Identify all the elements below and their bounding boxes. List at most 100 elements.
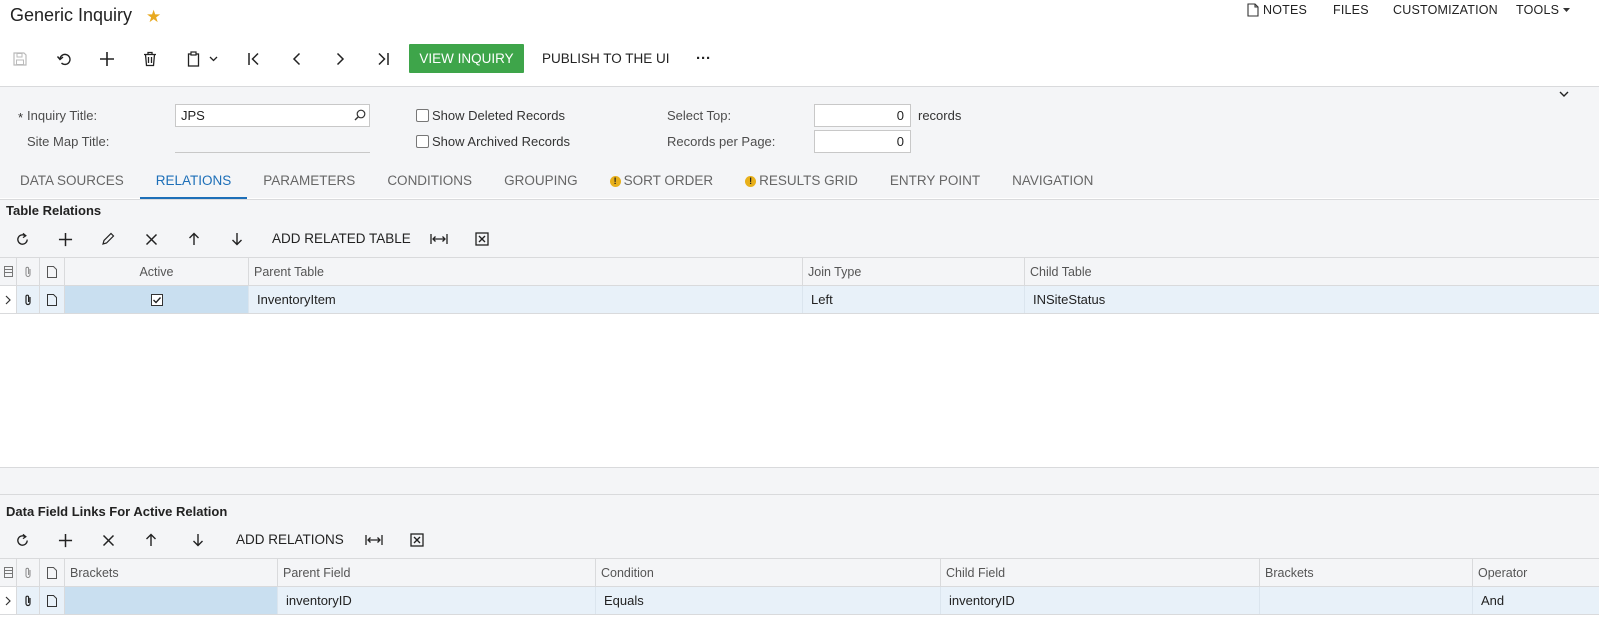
more-actions-button[interactable]: ··· [696, 44, 711, 73]
column-child-table[interactable]: Child Table [1025, 258, 1599, 285]
undo-icon[interactable] [50, 45, 78, 73]
add-row-icon[interactable] [51, 526, 79, 554]
tab-bar: DATA SOURCES RELATIONS PARAMETERS CONDIT… [0, 164, 1109, 199]
parent-table-cell[interactable]: InventoryItem [249, 286, 803, 313]
inquiry-title-input[interactable]: JPS [175, 104, 370, 127]
condition-cell[interactable]: Equals [596, 587, 941, 614]
join-type-cell[interactable]: Left [803, 286, 1025, 313]
export-excel-icon[interactable] [403, 526, 431, 554]
delete-row-icon[interactable] [137, 225, 165, 253]
caret-down-icon [1563, 7, 1571, 13]
active-checkbox[interactable] [65, 286, 249, 313]
tab-grouping[interactable]: GROUPING [488, 164, 594, 199]
add-related-table-button[interactable]: ADD RELATED TABLE [272, 231, 411, 246]
tab-sort-order-label: SORT ORDER [623, 173, 714, 188]
links-grid-empty-area [0, 615, 1599, 635]
show-archived-label: Show Archived Records [432, 134, 571, 149]
copy-paste-menu[interactable] [180, 45, 224, 73]
column-active[interactable]: Active [65, 258, 249, 285]
next-record-icon[interactable] [326, 45, 354, 73]
child-field-cell[interactable]: inventoryID [941, 587, 1260, 614]
table-row[interactable]: InventoryItem Left INSiteStatus [0, 286, 1599, 314]
operator-cell[interactable]: And [1473, 587, 1599, 614]
tab-relations[interactable]: RELATIONS [139, 164, 248, 199]
relations-grid-empty-area [0, 314, 1599, 467]
notes-label: NOTES [1263, 3, 1308, 17]
tab-results-grid[interactable]: ! RESULTS GRID [729, 164, 874, 199]
table-row[interactable]: inventoryID Equals inventoryID And [0, 587, 1599, 615]
column-child-field[interactable]: Child Field [941, 559, 1260, 586]
records-suffix: records [918, 108, 962, 123]
publish-to-ui-button[interactable]: PUBLISH TO THE UI [542, 44, 670, 73]
export-excel-icon[interactable] [468, 225, 496, 253]
move-down-icon[interactable] [223, 225, 251, 253]
files-link[interactable]: FILES [1333, 3, 1369, 17]
site-map-title-label: Site Map Title: [27, 134, 110, 149]
show-deleted-checkbox[interactable] [416, 109, 429, 122]
column-brackets-open[interactable]: Brackets [65, 559, 278, 586]
row-expand-chevron-icon[interactable] [0, 286, 17, 313]
move-up-icon[interactable] [180, 225, 208, 253]
refresh-icon[interactable] [8, 526, 36, 554]
move-up-icon[interactable] [137, 526, 165, 554]
notes-link[interactable]: NOTES [1247, 3, 1307, 17]
tab-parameters[interactable]: PARAMETERS [247, 164, 371, 199]
view-inquiry-button[interactable]: VIEW INQUIRY [409, 44, 524, 73]
add-icon[interactable] [93, 45, 121, 73]
tab-data-sources[interactable]: DATA SOURCES [0, 164, 140, 199]
row-note-icon[interactable] [40, 587, 65, 614]
links-section-header [0, 495, 1599, 558]
previous-record-icon[interactable] [283, 45, 311, 73]
tab-results-grid-label: RESULTS GRID [759, 173, 858, 188]
tools-label: TOOLS [1516, 3, 1560, 17]
column-condition[interactable]: Condition [596, 559, 941, 586]
customization-link[interactable]: CUSTOMIZATION [1393, 3, 1498, 17]
column-parent-table[interactable]: Parent Table [249, 258, 803, 285]
favorite-star-icon[interactable]: ★ [146, 7, 161, 27]
warning-icon: ! [609, 176, 621, 187]
add-relations-button[interactable]: ADD RELATIONS [236, 532, 344, 547]
delete-icon[interactable] [136, 45, 164, 73]
row-attachment-icon[interactable] [17, 587, 40, 614]
grid-splitter[interactable] [0, 467, 1599, 495]
brackets-open-cell[interactable] [65, 587, 278, 614]
clipboard-icon [187, 51, 201, 67]
site-map-title-input[interactable] [175, 131, 370, 153]
note-icon [1247, 3, 1259, 17]
column-parent-field[interactable]: Parent Field [278, 559, 596, 586]
inquiry-title-label: Inquiry Title: [27, 108, 98, 123]
collapse-chevron-icon[interactable] [1559, 91, 1569, 98]
add-row-icon[interactable] [51, 225, 79, 253]
column-operator[interactable]: Operator [1473, 559, 1599, 586]
records-per-page-input[interactable]: 0 [814, 130, 911, 153]
column-join-type[interactable]: Join Type [803, 258, 1025, 285]
first-record-icon[interactable] [240, 45, 268, 73]
fit-columns-icon[interactable] [425, 225, 453, 253]
fit-columns-icon[interactable] [360, 526, 388, 554]
edit-pencil-icon[interactable] [94, 225, 122, 253]
search-icon[interactable] [354, 109, 366, 121]
tab-conditions[interactable]: CONDITIONS [371, 164, 488, 199]
column-brackets-close[interactable]: Brackets [1260, 559, 1473, 586]
row-expand-chevron-icon[interactable] [0, 587, 17, 614]
select-top-input[interactable]: 0 [814, 104, 911, 127]
tools-menu[interactable]: TOOLS [1516, 3, 1571, 17]
refresh-icon[interactable] [8, 225, 36, 253]
parent-field-cell[interactable]: inventoryID [278, 587, 596, 614]
brackets-close-cell[interactable] [1260, 587, 1473, 614]
row-selector-icon[interactable] [0, 559, 17, 586]
required-mark: * [18, 110, 24, 125]
tab-entry-point[interactable]: ENTRY POINT [874, 164, 996, 199]
select-top-label: Select Top: [667, 108, 732, 123]
delete-row-icon[interactable] [94, 526, 122, 554]
row-attachment-icon[interactable] [17, 286, 40, 313]
last-record-icon[interactable] [369, 45, 397, 73]
tab-sort-order[interactable]: ! SORT ORDER [594, 164, 730, 199]
save-icon[interactable] [6, 45, 34, 73]
row-selector-icon[interactable] [0, 258, 17, 285]
move-down-icon[interactable] [184, 526, 212, 554]
child-table-cell[interactable]: INSiteStatus [1025, 286, 1599, 313]
tab-navigation[interactable]: NAVIGATION [996, 164, 1109, 199]
row-note-icon[interactable] [40, 286, 65, 313]
show-archived-checkbox[interactable] [416, 135, 429, 148]
